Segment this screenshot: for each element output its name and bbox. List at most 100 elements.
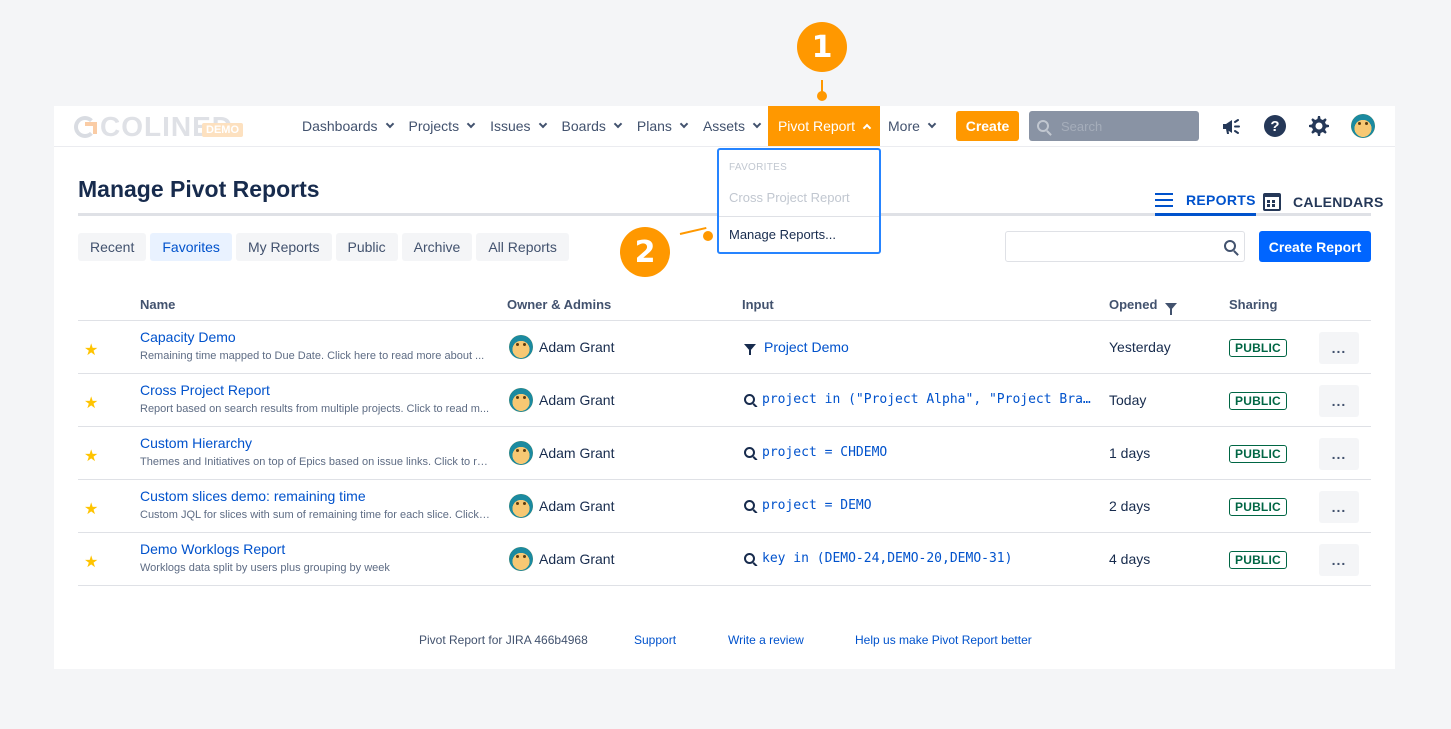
input-jql: project in ("Project Alpha", "Project Br…: [762, 392, 1094, 407]
filter-all-reports[interactable]: All Reports: [476, 233, 569, 261]
report-owner: Adam Grant: [509, 388, 614, 412]
filter-recent[interactable]: Recent: [78, 233, 147, 261]
tab-calendars-label: CALENDARS: [1293, 194, 1384, 210]
nav-plans-label: Plans: [636, 118, 672, 134]
avatar-face-icon: [1358, 122, 1368, 127]
nav-boards[interactable]: Boards: [554, 106, 629, 146]
header-name[interactable]: Name: [140, 297, 175, 312]
nav-pivot-report[interactable]: Pivot Report: [767, 106, 880, 146]
report-name-link[interactable]: Capacity Demo: [140, 329, 236, 345]
star-icon[interactable]: ★: [84, 446, 98, 466]
report-input-link[interactable]: project = CHDEMO: [744, 445, 1094, 460]
report-input-link[interactable]: project in ("Project Alpha", "Project Br…: [744, 392, 1094, 407]
step-1-callout: 1: [797, 22, 847, 72]
tab-reports[interactable]: REPORTS: [1155, 188, 1256, 216]
status-badge: PUBLIC: [1229, 551, 1287, 569]
dropdown-section-favorites: FAVORITES: [729, 162, 788, 173]
input-label: Project Demo: [764, 339, 849, 355]
report-description: Themes and Initiatives on top of Epics b…: [140, 456, 490, 468]
report-search-input[interactable]: [1005, 231, 1245, 262]
reports-table: Name Owner & Admins Input Opened Sharing…: [78, 291, 1371, 586]
table-row: ★ Custom slices demo: remaining time Cus…: [78, 480, 1371, 533]
chevron-down-icon: [466, 119, 476, 129]
search-icon: [744, 447, 755, 458]
star-icon[interactable]: ★: [84, 499, 98, 519]
tab-calendars[interactable]: CALENDARS: [1263, 188, 1384, 216]
input-jql: key in (DEMO-24,DEMO-20,DEMO-31): [762, 551, 1013, 566]
footer-support-link[interactable]: Support: [634, 633, 676, 647]
dropdown-manage-reports[interactable]: Manage Reports...: [729, 227, 836, 242]
owner-name: Adam Grant: [539, 551, 615, 567]
row-actions-button[interactable]: ...: [1319, 385, 1359, 417]
create-report-button[interactable]: Create Report: [1259, 231, 1371, 262]
report-owner: Adam Grant: [509, 494, 614, 518]
header-sharing[interactable]: Sharing: [1229, 297, 1277, 312]
filter-archive[interactable]: Archive: [401, 233, 473, 261]
status-badge: PUBLIC: [1229, 392, 1287, 410]
chevron-down-icon: [752, 119, 762, 129]
nav-more[interactable]: More: [880, 106, 943, 146]
nav-pivot-report-label: Pivot Report: [777, 118, 855, 134]
nav-dashboards[interactable]: Dashboards: [294, 106, 401, 146]
filter-favorites[interactable]: Favorites: [150, 233, 232, 261]
pivot-report-dropdown: FAVORITES Cross Project Report Manage Re…: [717, 148, 881, 254]
filter-my-reports[interactable]: My Reports: [235, 233, 332, 261]
nav-projects[interactable]: Projects: [401, 106, 483, 146]
owner-name: Adam Grant: [539, 339, 615, 355]
chevron-down-icon: [613, 119, 623, 129]
global-search-input[interactable]: Search: [1029, 111, 1199, 141]
report-name-link[interactable]: Cross Project Report: [140, 382, 270, 398]
search-icon: [744, 553, 755, 564]
report-owner: Adam Grant: [509, 441, 614, 465]
page-title: Manage Pivot Reports: [78, 176, 320, 202]
search-placeholder: Search: [1061, 118, 1103, 134]
report-name-link[interactable]: Custom slices demo: remaining time: [140, 488, 366, 504]
table-row: ★ Capacity Demo Remaining time mapped to…: [78, 321, 1371, 374]
header-opened[interactable]: Opened: [1109, 297, 1178, 315]
chevron-up-icon: [862, 123, 872, 132]
nav-assets-label: Assets: [702, 118, 745, 134]
calendar-icon: [1263, 193, 1281, 211]
nav-plans[interactable]: Plans: [629, 106, 695, 146]
star-icon[interactable]: ★: [84, 552, 98, 572]
nav-more-label: More: [888, 118, 920, 134]
row-actions-button[interactable]: ...: [1319, 491, 1359, 523]
star-icon[interactable]: ★: [84, 393, 98, 413]
filter-public[interactable]: Public: [335, 233, 398, 261]
row-actions-button[interactable]: ...: [1319, 544, 1359, 576]
report-description: Worklogs data split by users plus groupi…: [140, 562, 390, 574]
status-badge: PUBLIC: [1229, 498, 1287, 516]
report-input-link[interactable]: Project Demo: [744, 339, 1094, 355]
table-row: ★ Custom Hierarchy Themes and Initiative…: [78, 427, 1371, 480]
user-avatar[interactable]: [1351, 114, 1375, 138]
header-input[interactable]: Input: [742, 297, 774, 312]
search-icon: [1224, 240, 1236, 252]
header-owner[interactable]: Owner & Admins: [507, 297, 611, 312]
star-icon[interactable]: ★: [84, 340, 98, 360]
owner-avatar: [509, 335, 533, 359]
report-input-link[interactable]: project = DEMO: [744, 498, 1094, 513]
gear-icon[interactable]: [1307, 114, 1331, 138]
row-actions-button[interactable]: ...: [1319, 438, 1359, 470]
report-opened: 2 days: [1109, 498, 1151, 514]
owner-avatar: [509, 547, 533, 571]
status-badge: PUBLIC: [1229, 445, 1287, 463]
megaphone-icon[interactable]: [1219, 114, 1243, 138]
create-button[interactable]: Create: [956, 111, 1019, 141]
nav-assets[interactable]: Assets: [695, 106, 768, 146]
report-name-link[interactable]: Custom Hierarchy: [140, 435, 252, 451]
search-icon: [744, 394, 755, 405]
row-actions-button[interactable]: ...: [1319, 332, 1359, 364]
help-icon[interactable]: ?: [1264, 115, 1286, 137]
dropdown-favorite-item[interactable]: Cross Project Report: [729, 190, 850, 205]
nav-issues[interactable]: Issues: [482, 106, 553, 146]
report-filter-tabs: Recent Favorites My Reports Public Archi…: [78, 233, 573, 261]
footer-feedback-link[interactable]: Help us make Pivot Report better: [855, 633, 1032, 647]
input-jql: project = DEMO: [762, 498, 872, 513]
chevron-down-icon: [385, 119, 394, 129]
filter-icon[interactable]: [1165, 303, 1178, 315]
owner-name: Adam Grant: [539, 392, 615, 408]
report-name-link[interactable]: Demo Worklogs Report: [140, 541, 285, 557]
footer-review-link[interactable]: Write a review: [728, 633, 804, 647]
report-input-link[interactable]: key in (DEMO-24,DEMO-20,DEMO-31): [744, 551, 1094, 566]
